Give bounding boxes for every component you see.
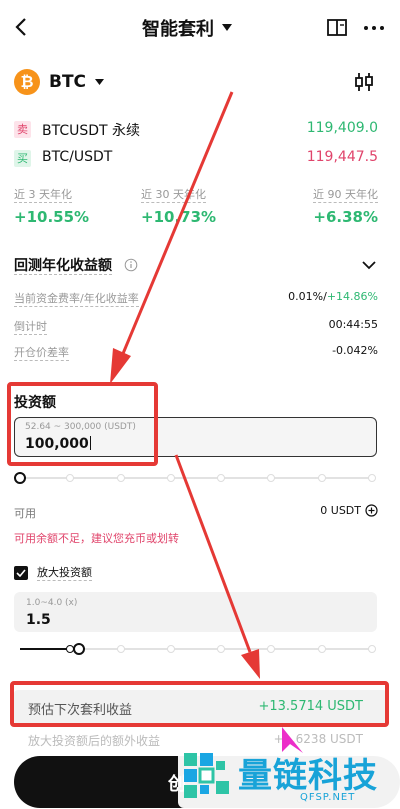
annotation-arrows (110, 91, 303, 753)
arrow-2 (174, 454, 260, 679)
arrow-1 (110, 91, 234, 384)
cursor-pointer-icon (282, 727, 303, 753)
